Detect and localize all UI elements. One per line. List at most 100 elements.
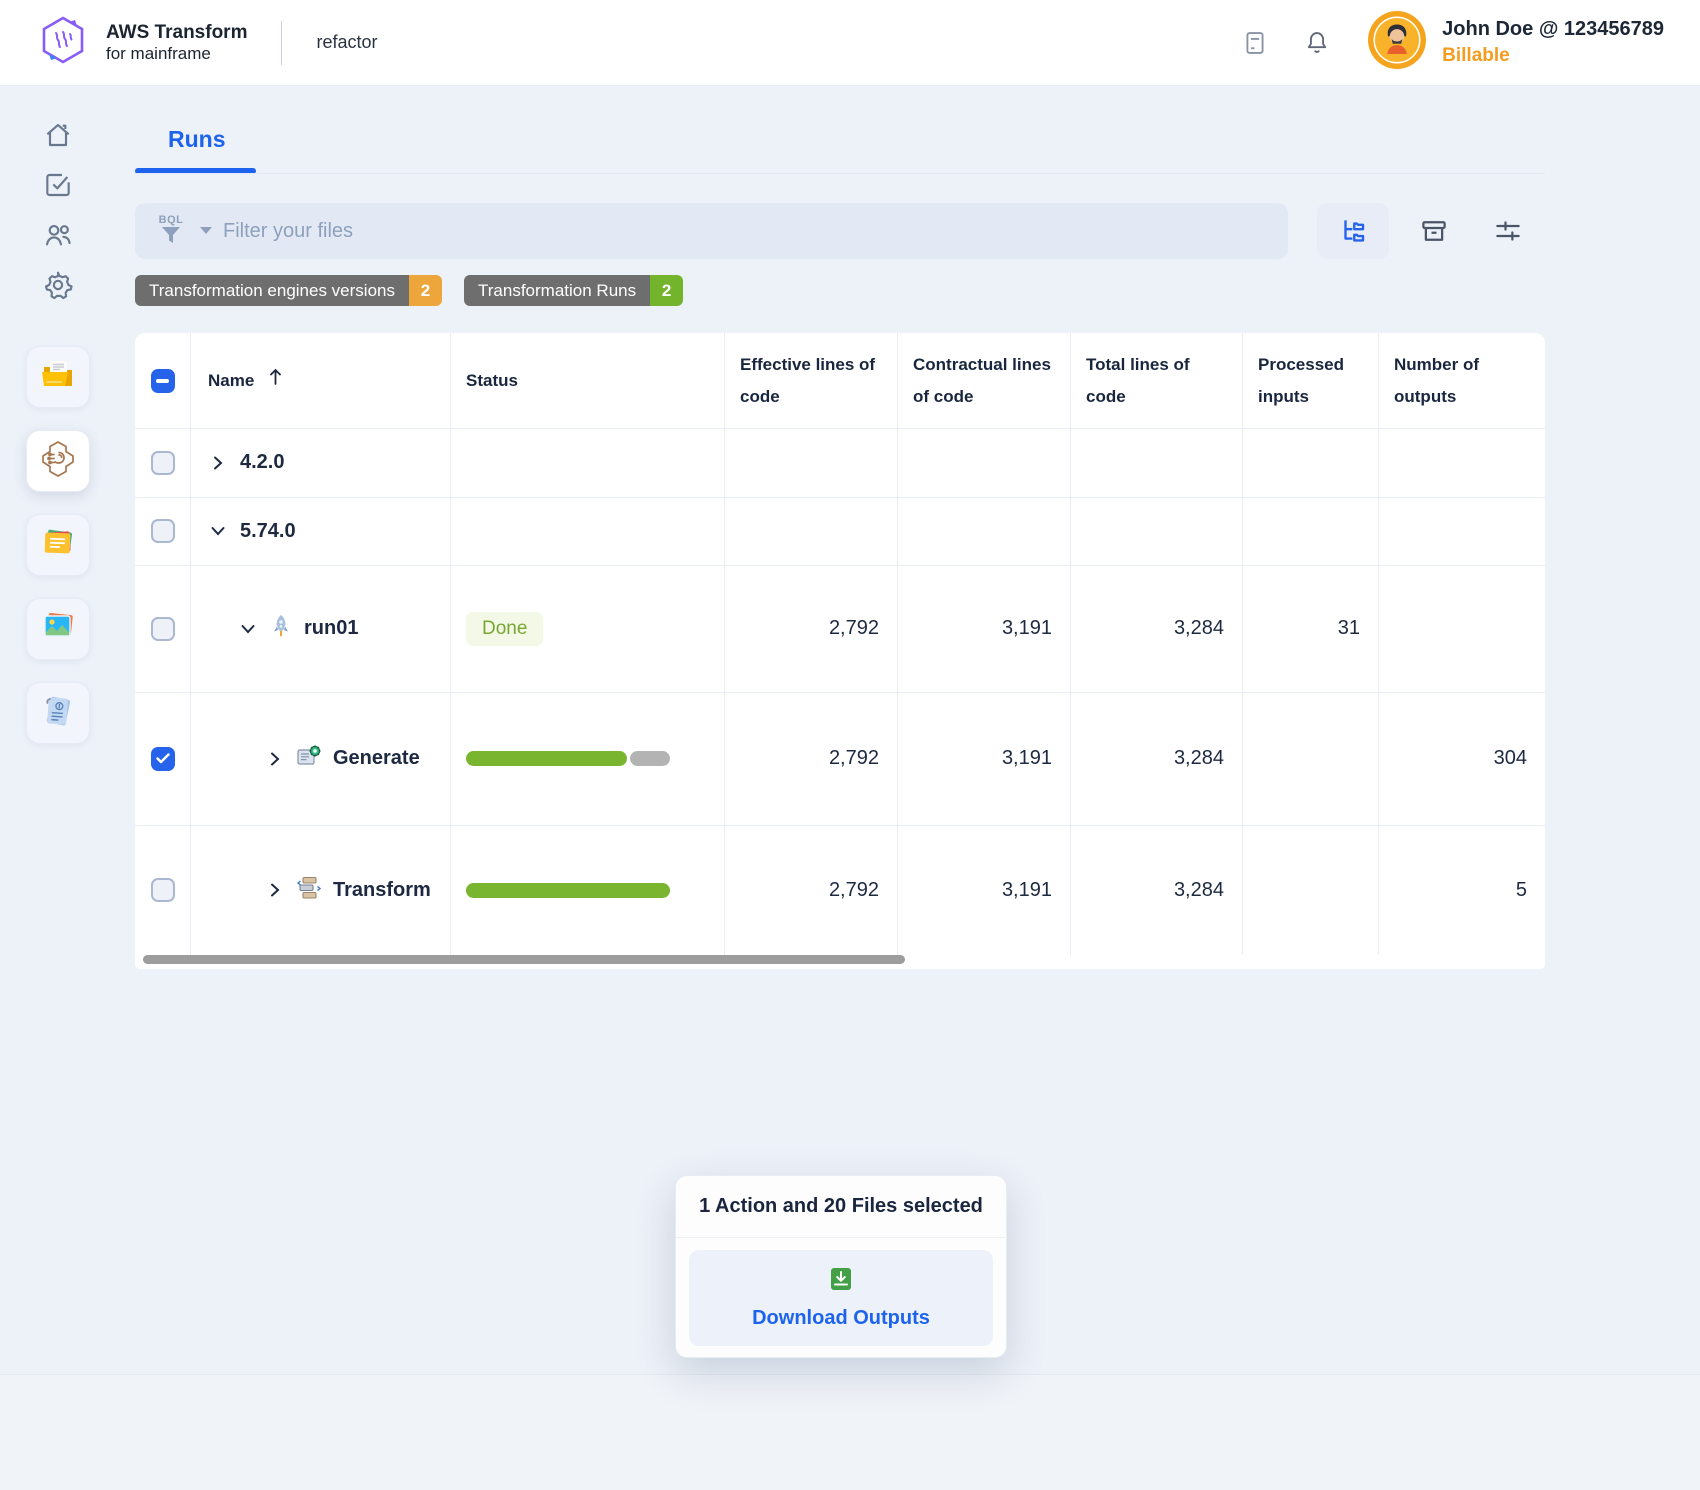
home-icon[interactable]	[41, 118, 75, 152]
effective-loc-cell: 2,792	[724, 825, 897, 955]
progress-bar	[466, 751, 670, 766]
tasks-icon[interactable]	[41, 168, 75, 202]
chevron-down-icon[interactable]	[208, 521, 228, 541]
row-checkbox[interactable]	[151, 451, 175, 475]
chevron-right-icon[interactable]	[265, 880, 285, 900]
column-header-contractual-loc[interactable]: Contractual lines of code	[913, 333, 1058, 428]
generate-step-icon	[296, 743, 322, 774]
download-outputs-button[interactable]: Download Outputs	[689, 1250, 993, 1346]
column-header-label: Number of outputs	[1394, 349, 1534, 412]
sidebar-item-billing[interactable]	[26, 682, 90, 744]
status-done-badge: Done	[466, 612, 543, 646]
column-header-processed-inputs[interactable]: Processed inputs	[1258, 333, 1366, 428]
tab-divider-rule	[135, 173, 1545, 174]
runs-table: Name Status Effective lines of code Cont…	[135, 333, 1545, 969]
user-meta: John Doe @ 123456789 Billable	[1442, 16, 1664, 69]
archive-button[interactable]	[1412, 203, 1456, 259]
contractual-loc-cell: 3,191	[897, 565, 1070, 692]
brand: AWS Transform for mainframe refactor	[36, 13, 378, 72]
sidebar-item-transform-engine[interactable]	[26, 430, 90, 492]
image-gallery-icon	[38, 607, 78, 652]
notifications-bell-icon[interactable]	[1300, 26, 1334, 60]
view-settings-button[interactable]	[1486, 203, 1530, 259]
row-name-label: 5.74.0	[240, 520, 296, 543]
column-header-label: Processed inputs	[1258, 349, 1366, 412]
column-header-total-loc[interactable]: Total lines of code	[1086, 333, 1231, 428]
row-name-label: Generate	[333, 747, 420, 770]
chip-count-badge: 2	[650, 275, 683, 306]
horizontal-scrollbar-thumb[interactable]	[143, 955, 905, 964]
brand-divider	[281, 21, 282, 65]
row-checkbox[interactable]	[151, 617, 175, 641]
table-row-version-5740: 5.74.0	[208, 497, 448, 565]
brand-title: AWS Transform	[106, 22, 247, 44]
sort-ascending-icon	[268, 365, 283, 396]
product-name: refactor	[316, 32, 377, 53]
chevron-right-icon[interactable]	[265, 749, 285, 769]
bql-filter-mode[interactable]: BQL	[153, 214, 189, 249]
chip-label: Transformation Runs	[464, 275, 650, 306]
filter-funnel-icon	[160, 226, 182, 249]
contractual-loc-cell: 3,191	[897, 692, 1070, 825]
row-name-label: run01	[304, 617, 358, 640]
row-checkbox-checked[interactable]	[151, 747, 175, 771]
sidebar	[0, 86, 115, 1490]
column-header-name[interactable]: Name	[208, 333, 438, 428]
column-header-status[interactable]: Status	[466, 333, 706, 428]
download-outputs-label: Download Outputs	[752, 1307, 930, 1330]
select-all-checkbox-indeterminate[interactable]	[151, 369, 175, 393]
documentation-icon[interactable]	[1238, 26, 1272, 60]
user-avatar[interactable]	[1368, 11, 1426, 74]
progress-bar	[466, 883, 670, 898]
status-cell: Done	[466, 565, 706, 692]
column-header-number-of-outputs[interactable]: Number of outputs	[1394, 333, 1534, 428]
users-icon[interactable]	[41, 218, 75, 252]
processed-inputs-cell: 31	[1242, 565, 1378, 692]
chip-count-badge: 2	[409, 275, 442, 306]
status-cell	[466, 825, 706, 955]
sidebar-item-gallery[interactable]	[26, 598, 90, 660]
sidebar-item-notes[interactable]	[26, 514, 90, 576]
filter-input[interactable]	[223, 220, 1270, 243]
brand-subtitle: for mainframe	[106, 44, 247, 64]
tab-runs[interactable]: Runs	[168, 126, 226, 153]
chevron-down-icon[interactable]	[238, 619, 258, 639]
tree-view-button[interactable]	[1317, 203, 1389, 259]
chevron-right-icon[interactable]	[208, 453, 228, 473]
app-screen: AWS Transform for mainframe refactor	[0, 0, 1700, 1490]
processed-inputs-cell	[1242, 825, 1378, 955]
aws-transform-logo-icon	[36, 13, 90, 72]
top-bar: AWS Transform for mainframe refactor	[0, 0, 1700, 86]
effective-loc-cell: 2,792	[724, 565, 897, 692]
table-row-run01: run01	[238, 565, 450, 692]
footer-strip	[0, 1374, 1700, 1490]
table-row-version-420: 4.2.0	[208, 428, 448, 497]
row-select-cell	[135, 692, 190, 825]
top-bar-right: John Doe @ 123456789 Billable	[1238, 11, 1664, 74]
column-header-label: Effective lines of code	[740, 349, 885, 412]
column-header-label: Name	[208, 365, 254, 396]
chip-transformation-engines-versions[interactable]: Transformation engines versions 2	[135, 275, 442, 306]
row-select-cell	[135, 428, 190, 497]
row-checkbox[interactable]	[151, 519, 175, 543]
invoice-receipt-icon	[38, 691, 78, 736]
brand-text: AWS Transform for mainframe	[106, 22, 247, 63]
chip-transformation-runs[interactable]: Transformation Runs 2	[464, 275, 683, 306]
progress-bar-remainder	[630, 751, 670, 766]
column-header-label: Status	[466, 365, 518, 396]
transform-step-icon	[296, 875, 322, 906]
column-header-effective-loc[interactable]: Effective lines of code	[740, 333, 885, 428]
user-billing-status: Billable	[1442, 43, 1664, 69]
download-icon	[828, 1266, 854, 1297]
row-checkbox[interactable]	[151, 878, 175, 902]
rocket-icon	[270, 614, 292, 643]
notes-stack-icon	[38, 523, 78, 568]
effective-loc-cell: 2,792	[724, 692, 897, 825]
settings-gear-icon[interactable]	[41, 268, 75, 302]
filter-mode-caret-icon[interactable]	[199, 222, 213, 240]
sidebar-item-files[interactable]	[26, 346, 90, 408]
total-loc-cell: 3,284	[1070, 565, 1242, 692]
column-header-label: Contractual lines of code	[913, 349, 1058, 412]
selection-panel: 1 Action and 20 Files selected Download …	[675, 1175, 1007, 1358]
row-select-cell	[135, 565, 190, 692]
